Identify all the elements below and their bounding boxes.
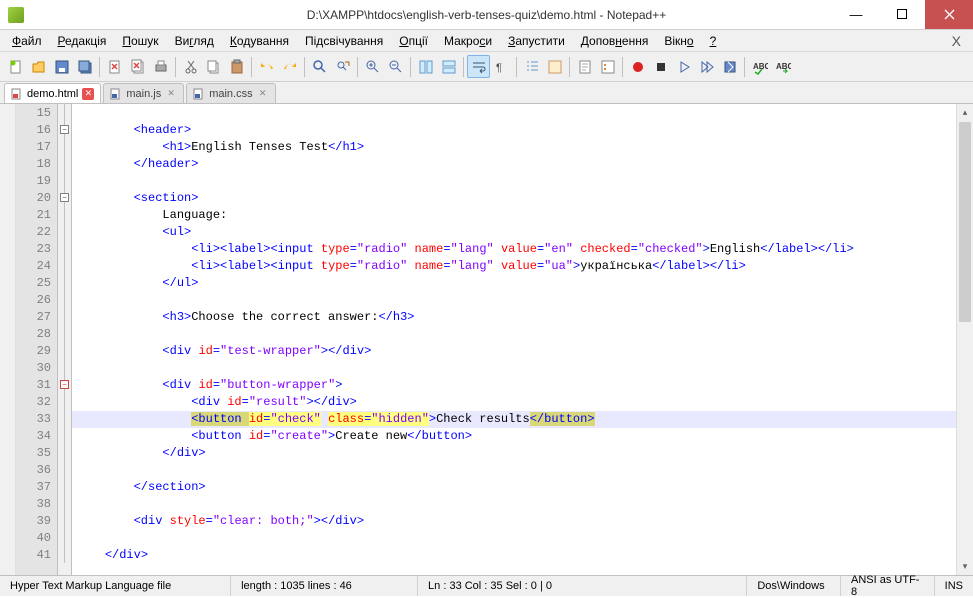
play-macro-button[interactable] bbox=[672, 55, 695, 78]
menu-highlight[interactable]: Підсвічування bbox=[297, 32, 391, 50]
file-icon bbox=[193, 88, 205, 100]
tab-close-icon[interactable]: ✕ bbox=[82, 88, 94, 100]
status-position: Ln : 33 Col : 35 Sel : 0 | 0 bbox=[418, 576, 747, 596]
status-mode[interactable]: INS bbox=[935, 576, 973, 596]
status-eol[interactable]: Dos\Windows bbox=[747, 576, 841, 596]
svg-text:ABC: ABC bbox=[776, 62, 791, 71]
func-list-button[interactable] bbox=[596, 55, 619, 78]
tab-bar: demo.html ✕ main.js ✕ main.css ✕ bbox=[0, 82, 973, 104]
save-all-button[interactable] bbox=[73, 55, 96, 78]
zoom-in-button[interactable] bbox=[361, 55, 384, 78]
menu-search[interactable]: Пошук bbox=[114, 32, 166, 50]
sync-h-button[interactable] bbox=[437, 55, 460, 78]
cut-button[interactable] bbox=[179, 55, 202, 78]
play-multi-button[interactable] bbox=[695, 55, 718, 78]
spellcheck-next-button[interactable]: ABC bbox=[771, 55, 794, 78]
maximize-button[interactable] bbox=[879, 0, 925, 29]
statusbar: Hyper Text Markup Language file length :… bbox=[0, 575, 973, 596]
scroll-down-icon[interactable]: ▾ bbox=[957, 558, 973, 575]
window-title: D:\XAMPP\htdocs\english-verb-tenses-quiz… bbox=[307, 8, 667, 22]
tab-main-js[interactable]: main.js ✕ bbox=[103, 83, 184, 103]
fold-box-icon[interactable]: − bbox=[60, 193, 69, 202]
fold-box-icon[interactable]: − bbox=[60, 380, 69, 389]
wordwrap-button[interactable] bbox=[467, 55, 490, 78]
menu-view[interactable]: Вигляд bbox=[167, 32, 222, 50]
line-number-gutter[interactable]: 1516171819202122232425262728293031323334… bbox=[16, 104, 58, 575]
tab-close-icon[interactable]: ✕ bbox=[165, 88, 177, 100]
titlebar: D:\XAMPP\htdocs\english-verb-tenses-quiz… bbox=[0, 0, 973, 30]
menu-help[interactable]: ? bbox=[702, 32, 725, 50]
menubar: Файл Редакція Пошук Вигляд Кодування Під… bbox=[0, 30, 973, 52]
code-area[interactable]: <header> <h1>English Tenses Test</h1> </… bbox=[72, 104, 956, 575]
open-button[interactable] bbox=[27, 55, 50, 78]
zoom-out-button[interactable] bbox=[384, 55, 407, 78]
user-lang-button[interactable] bbox=[543, 55, 566, 78]
scroll-up-icon[interactable]: ▴ bbox=[957, 104, 973, 121]
tab-label: main.css bbox=[209, 88, 252, 100]
save-button[interactable] bbox=[50, 55, 73, 78]
app-icon bbox=[8, 7, 24, 23]
save-macro-button[interactable] bbox=[718, 55, 741, 78]
tab-label: main.js bbox=[126, 88, 161, 100]
menu-edit[interactable]: Редакція bbox=[50, 32, 115, 50]
svg-text:¶: ¶ bbox=[496, 62, 502, 74]
file-icon bbox=[110, 88, 122, 100]
status-encoding[interactable]: ANSI as UTF-8 bbox=[841, 576, 935, 596]
undo-button[interactable] bbox=[255, 55, 278, 78]
toolbar: ¶ ABC ABC bbox=[0, 52, 973, 82]
tab-main-css[interactable]: main.css ✕ bbox=[186, 83, 275, 103]
file-icon bbox=[11, 88, 23, 100]
show-all-chars-button[interactable]: ¶ bbox=[490, 55, 513, 78]
svg-text:ABC: ABC bbox=[753, 62, 768, 71]
print-button[interactable] bbox=[149, 55, 172, 78]
indent-guide-button[interactable] bbox=[520, 55, 543, 78]
close-all-button[interactable] bbox=[126, 55, 149, 78]
menu-options[interactable]: Опції bbox=[391, 32, 436, 50]
menu-macros[interactable]: Макроси bbox=[436, 32, 500, 50]
marker-margin[interactable] bbox=[0, 104, 16, 575]
record-macro-button[interactable] bbox=[626, 55, 649, 78]
menu-file[interactable]: Файл bbox=[4, 32, 50, 50]
tab-close-icon[interactable]: ✕ bbox=[257, 88, 269, 100]
find-button[interactable] bbox=[308, 55, 331, 78]
mdi-close-button[interactable]: X bbox=[944, 33, 969, 49]
sync-v-button[interactable] bbox=[414, 55, 437, 78]
redo-button[interactable] bbox=[278, 55, 301, 78]
vertical-scrollbar[interactable]: ▴ ▾ bbox=[956, 104, 973, 575]
doc-map-button[interactable] bbox=[573, 55, 596, 78]
replace-button[interactable] bbox=[331, 55, 354, 78]
tab-label: demo.html bbox=[27, 88, 78, 100]
status-filetype: Hyper Text Markup Language file bbox=[0, 576, 231, 596]
new-button[interactable] bbox=[4, 55, 27, 78]
close-file-button[interactable] bbox=[103, 55, 126, 78]
tab-demo-html[interactable]: demo.html ✕ bbox=[4, 83, 101, 103]
fold-margin[interactable]: − − − bbox=[58, 104, 72, 575]
status-length: length : 1035 lines : 46 bbox=[231, 576, 418, 596]
copy-button[interactable] bbox=[202, 55, 225, 78]
menu-encoding[interactable]: Кодування bbox=[222, 32, 297, 50]
window-controls: — bbox=[833, 0, 973, 29]
fold-box-icon[interactable]: − bbox=[60, 125, 69, 134]
stop-macro-button[interactable] bbox=[649, 55, 672, 78]
scroll-thumb[interactable] bbox=[959, 122, 971, 322]
menu-plugins[interactable]: Доповнення bbox=[573, 32, 657, 50]
minimize-button[interactable]: — bbox=[833, 0, 879, 29]
spellcheck-button[interactable]: ABC bbox=[748, 55, 771, 78]
paste-button[interactable] bbox=[225, 55, 248, 78]
editor: 1516171819202122232425262728293031323334… bbox=[0, 104, 973, 575]
menu-run[interactable]: Запустити bbox=[500, 32, 573, 50]
close-button[interactable] bbox=[925, 0, 973, 29]
menu-window[interactable]: Вікно bbox=[656, 32, 701, 50]
